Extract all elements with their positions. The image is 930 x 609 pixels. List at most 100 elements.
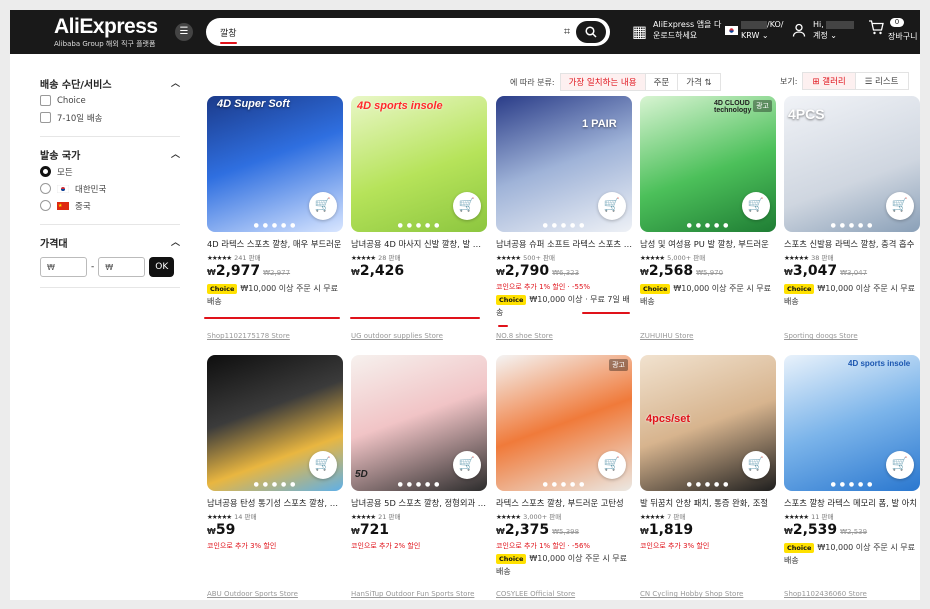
origin-option-all[interactable]: 모든 [40, 163, 180, 180]
radio[interactable] [40, 200, 51, 211]
option-label: 중국 [75, 201, 91, 212]
search-button[interactable] [576, 21, 606, 43]
product-card[interactable]: 광고 🛒 ● ● ● ● ● 라텍스 스포츠 깔창, 부드러운 고탄성 ★★★★★ 3,0… [496, 355, 632, 578]
store-link[interactable]: Shop1102436060 Store [784, 590, 867, 598]
qr-code-icon[interactable]: ▦ [632, 22, 647, 41]
product-image[interactable]: 5D 🛒 ● ● ● ● ● [351, 355, 487, 491]
add-to-cart-icon[interactable]: 🛒 [309, 192, 337, 220]
price-filter-title[interactable]: 가격대 ︿ [40, 235, 180, 251]
carousel-dots[interactable]: ● ● ● ● ● [207, 481, 343, 488]
product-title[interactable]: 남성 및 여성용 PU 발 깔창, 부드러운 [640, 238, 776, 249]
add-to-cart-icon[interactable]: 🛒 [742, 192, 770, 220]
region-selector[interactable]: /KO/ KRW ⌄ [741, 19, 784, 41]
store-link[interactable]: HanSiTup Outdoor Fun Sports Store [351, 590, 474, 598]
choice-badge: Choice [496, 295, 527, 305]
product-image[interactable]: 4D CLOUD technology 광고 🛒 ● ● ● ● ● [640, 96, 776, 232]
product-card[interactable]: 1 PAIR 🛒 ● ● ● ● ● 남녀공용 슈퍼 소프트 라텍스 스포츠 깔창 ★★… [496, 96, 632, 319]
carousel-dots[interactable]: ● ● ● ● ● [207, 222, 343, 229]
checkbox[interactable] [40, 95, 51, 106]
carousel-dots[interactable]: ● ● ● ● ● [496, 222, 632, 229]
sort-orders[interactable]: 주문 [644, 73, 679, 91]
carousel-dots[interactable]: ● ● ● ● ● [640, 222, 776, 229]
carousel-dots[interactable]: ● ● ● ● ● [351, 481, 487, 488]
store-link[interactable]: ZUHUIHU Store [640, 332, 693, 340]
add-to-cart-icon[interactable]: 🛒 [742, 451, 770, 479]
price-min-input[interactable]: ₩ [40, 257, 87, 277]
chevron-up-icon[interactable]: ︿ [171, 76, 180, 89]
price-max-input[interactable]: ₩ [98, 257, 146, 277]
carousel-dots[interactable]: ● ● ● ● ● [640, 481, 776, 488]
store-link[interactable]: CN Cycling Hobby Shop Store [640, 590, 743, 598]
product-title[interactable]: 스포츠 신발용 라텍스 깔창, 충격 흡수 [784, 238, 920, 249]
origin-option-china[interactable]: ★ 중국 [40, 197, 180, 214]
add-to-cart-icon[interactable]: 🛒 [886, 451, 914, 479]
origin-option-korea[interactable]: 대한민국 [40, 180, 180, 197]
product-title[interactable]: 라텍스 스포츠 깔창, 부드러운 고탄성 [496, 497, 632, 508]
product-card[interactable]: 4pcs/set 🛒 ● ● ● ● ● 발 뒤꿈치 안창 패치, 통증 완화, 조절… [640, 355, 776, 551]
add-to-cart-icon[interactable]: 🛒 [453, 451, 481, 479]
product-title[interactable]: 남녀공용 5D 스포츠 깔창, 정형외과 패드 [351, 497, 487, 508]
account-menu[interactable]: Hi, 계정 ⌄ [813, 19, 855, 41]
chevron-up-icon[interactable]: ︿ [171, 147, 180, 160]
store-link[interactable]: Sporting doogs Store [784, 332, 858, 340]
search-input[interactable] [220, 24, 540, 40]
checkbox[interactable] [40, 112, 51, 123]
product-image[interactable]: 4D sports insole 🛒 ● ● ● ● ● [351, 96, 487, 232]
price-value: 2,375 [504, 522, 550, 538]
product-title[interactable]: 남녀공용 슈퍼 소프트 라텍스 스포츠 깔창 [496, 238, 632, 249]
product-title[interactable]: 발 뒤꿈치 안창 패치, 통증 완화, 조절 [640, 497, 776, 508]
cart-icon[interactable] [868, 20, 884, 39]
product-image[interactable]: 🛒 ● ● ● ● ● [207, 355, 343, 491]
sort-best-match[interactable]: 가장 일치하는 내용 [559, 73, 646, 91]
carousel-dots[interactable]: ● ● ● ● ● [784, 481, 920, 488]
store-link[interactable]: NO.8 shoe Store [496, 332, 553, 340]
product-title[interactable]: 스포츠 깔창 라텍스 메모리 폼, 발 아치 [784, 497, 920, 508]
menu-icon[interactable]: ☰ [175, 23, 193, 41]
add-to-cart-icon[interactable]: 🛒 [598, 451, 626, 479]
carousel-dots[interactable]: ● ● ● ● ● [496, 481, 632, 488]
product-image[interactable]: 4PCS 🛒 ● ● ● ● ● [784, 96, 920, 232]
view-gallery[interactable]: ⊞ 갤러리 [802, 72, 856, 90]
add-to-cart-icon[interactable]: 🛒 [309, 451, 337, 479]
product-image[interactable]: 광고 🛒 ● ● ● ● ● [496, 355, 632, 491]
product-card[interactable]: 4D sports insole 🛒 ● ● ● ● ● 남녀공용 4D 마사지 신발… [351, 96, 487, 281]
user-icon[interactable] [792, 22, 806, 41]
price-value: 2,539 [792, 522, 838, 538]
price-ok-button[interactable]: OK [149, 257, 175, 277]
product-card[interactable]: 4D sports insole 🛒 ● ● ● ● ● 스포츠 깔창 라텍스 메모리… [784, 355, 920, 567]
app-download-link[interactable]: AliExpress 앱을 다 운로드하세요 [653, 19, 721, 41]
radio[interactable] [40, 183, 51, 194]
filter-option-7-10-days[interactable]: 7-10일 배송 [40, 109, 180, 126]
store-link[interactable]: COSYLEE Official Store [496, 590, 575, 598]
shipping-filter-title[interactable]: 배송 수단/서비스 ︿ [40, 76, 180, 92]
store-link[interactable]: Shop1102175178 Store [207, 332, 290, 340]
product-card[interactable]: 4D Super Soft 🛒 ● ● ● ● ● 4D 라텍스 스포츠 깔창, 매우… [207, 96, 343, 308]
chevron-up-icon[interactable]: ︿ [171, 235, 180, 248]
product-card[interactable]: 🛒 ● ● ● ● ● 남녀공용 탄성 통기성 스포츠 깔창, 러닝 ★★★★★ 14 … [207, 355, 343, 551]
carousel-dots[interactable]: ● ● ● ● ● [784, 222, 920, 229]
product-title[interactable]: 남녀공용 탄성 통기성 스포츠 깔창, 러닝 [207, 497, 343, 508]
product-image[interactable]: 4D Super Soft 🛒 ● ● ● ● ● [207, 96, 343, 232]
product-image[interactable]: 4pcs/set 🛒 ● ● ● ● ● [640, 355, 776, 491]
add-to-cart-icon[interactable]: 🛒 [598, 192, 626, 220]
radio-selected[interactable] [40, 166, 51, 177]
image-search-icon[interactable]: ⌗ [560, 25, 574, 39]
product-card[interactable]: 4D CLOUD technology 광고 🛒 ● ● ● ● ● 남성 및 여성용 … [640, 96, 776, 308]
add-to-cart-icon[interactable]: 🛒 [886, 192, 914, 220]
store-link[interactable]: UG outdoor supplies Store [351, 332, 443, 340]
product-card[interactable]: 5D 🛒 ● ● ● ● ● 남녀공용 5D 스포츠 깔창, 정형외과 패드 ★★★★★… [351, 355, 487, 551]
product-title[interactable]: 남녀공용 4D 마사지 신발 깔창, 발 패드 [351, 238, 487, 249]
sort-price[interactable]: 가격 ⇅ [677, 73, 721, 91]
product-image[interactable]: 1 PAIR 🛒 ● ● ● ● ● [496, 96, 632, 232]
origin-filter-title[interactable]: 발송 국가 ︿ [40, 147, 180, 163]
view-list[interactable]: ☰ 리스트 [854, 72, 909, 90]
product-image[interactable]: 4D sports insole 🛒 ● ● ● ● ● [784, 355, 920, 491]
filter-option-choice[interactable]: Choice [40, 92, 180, 109]
carousel-dots[interactable]: ● ● ● ● ● [351, 222, 487, 229]
add-to-cart-icon[interactable]: 🛒 [453, 192, 481, 220]
product-card[interactable]: 4PCS 🛒 ● ● ● ● ● 스포츠 신발용 라텍스 깔창, 충격 흡수 ★★★★★… [784, 96, 920, 308]
aliexpress-logo[interactable]: AliExpress [54, 15, 158, 39]
product-title[interactable]: 4D 라텍스 스포츠 깔창, 매우 부드러운 [207, 238, 343, 249]
cart-label[interactable]: 장바구니 [888, 31, 917, 42]
store-link[interactable]: ABU Outdoor Sports Store [207, 590, 298, 598]
